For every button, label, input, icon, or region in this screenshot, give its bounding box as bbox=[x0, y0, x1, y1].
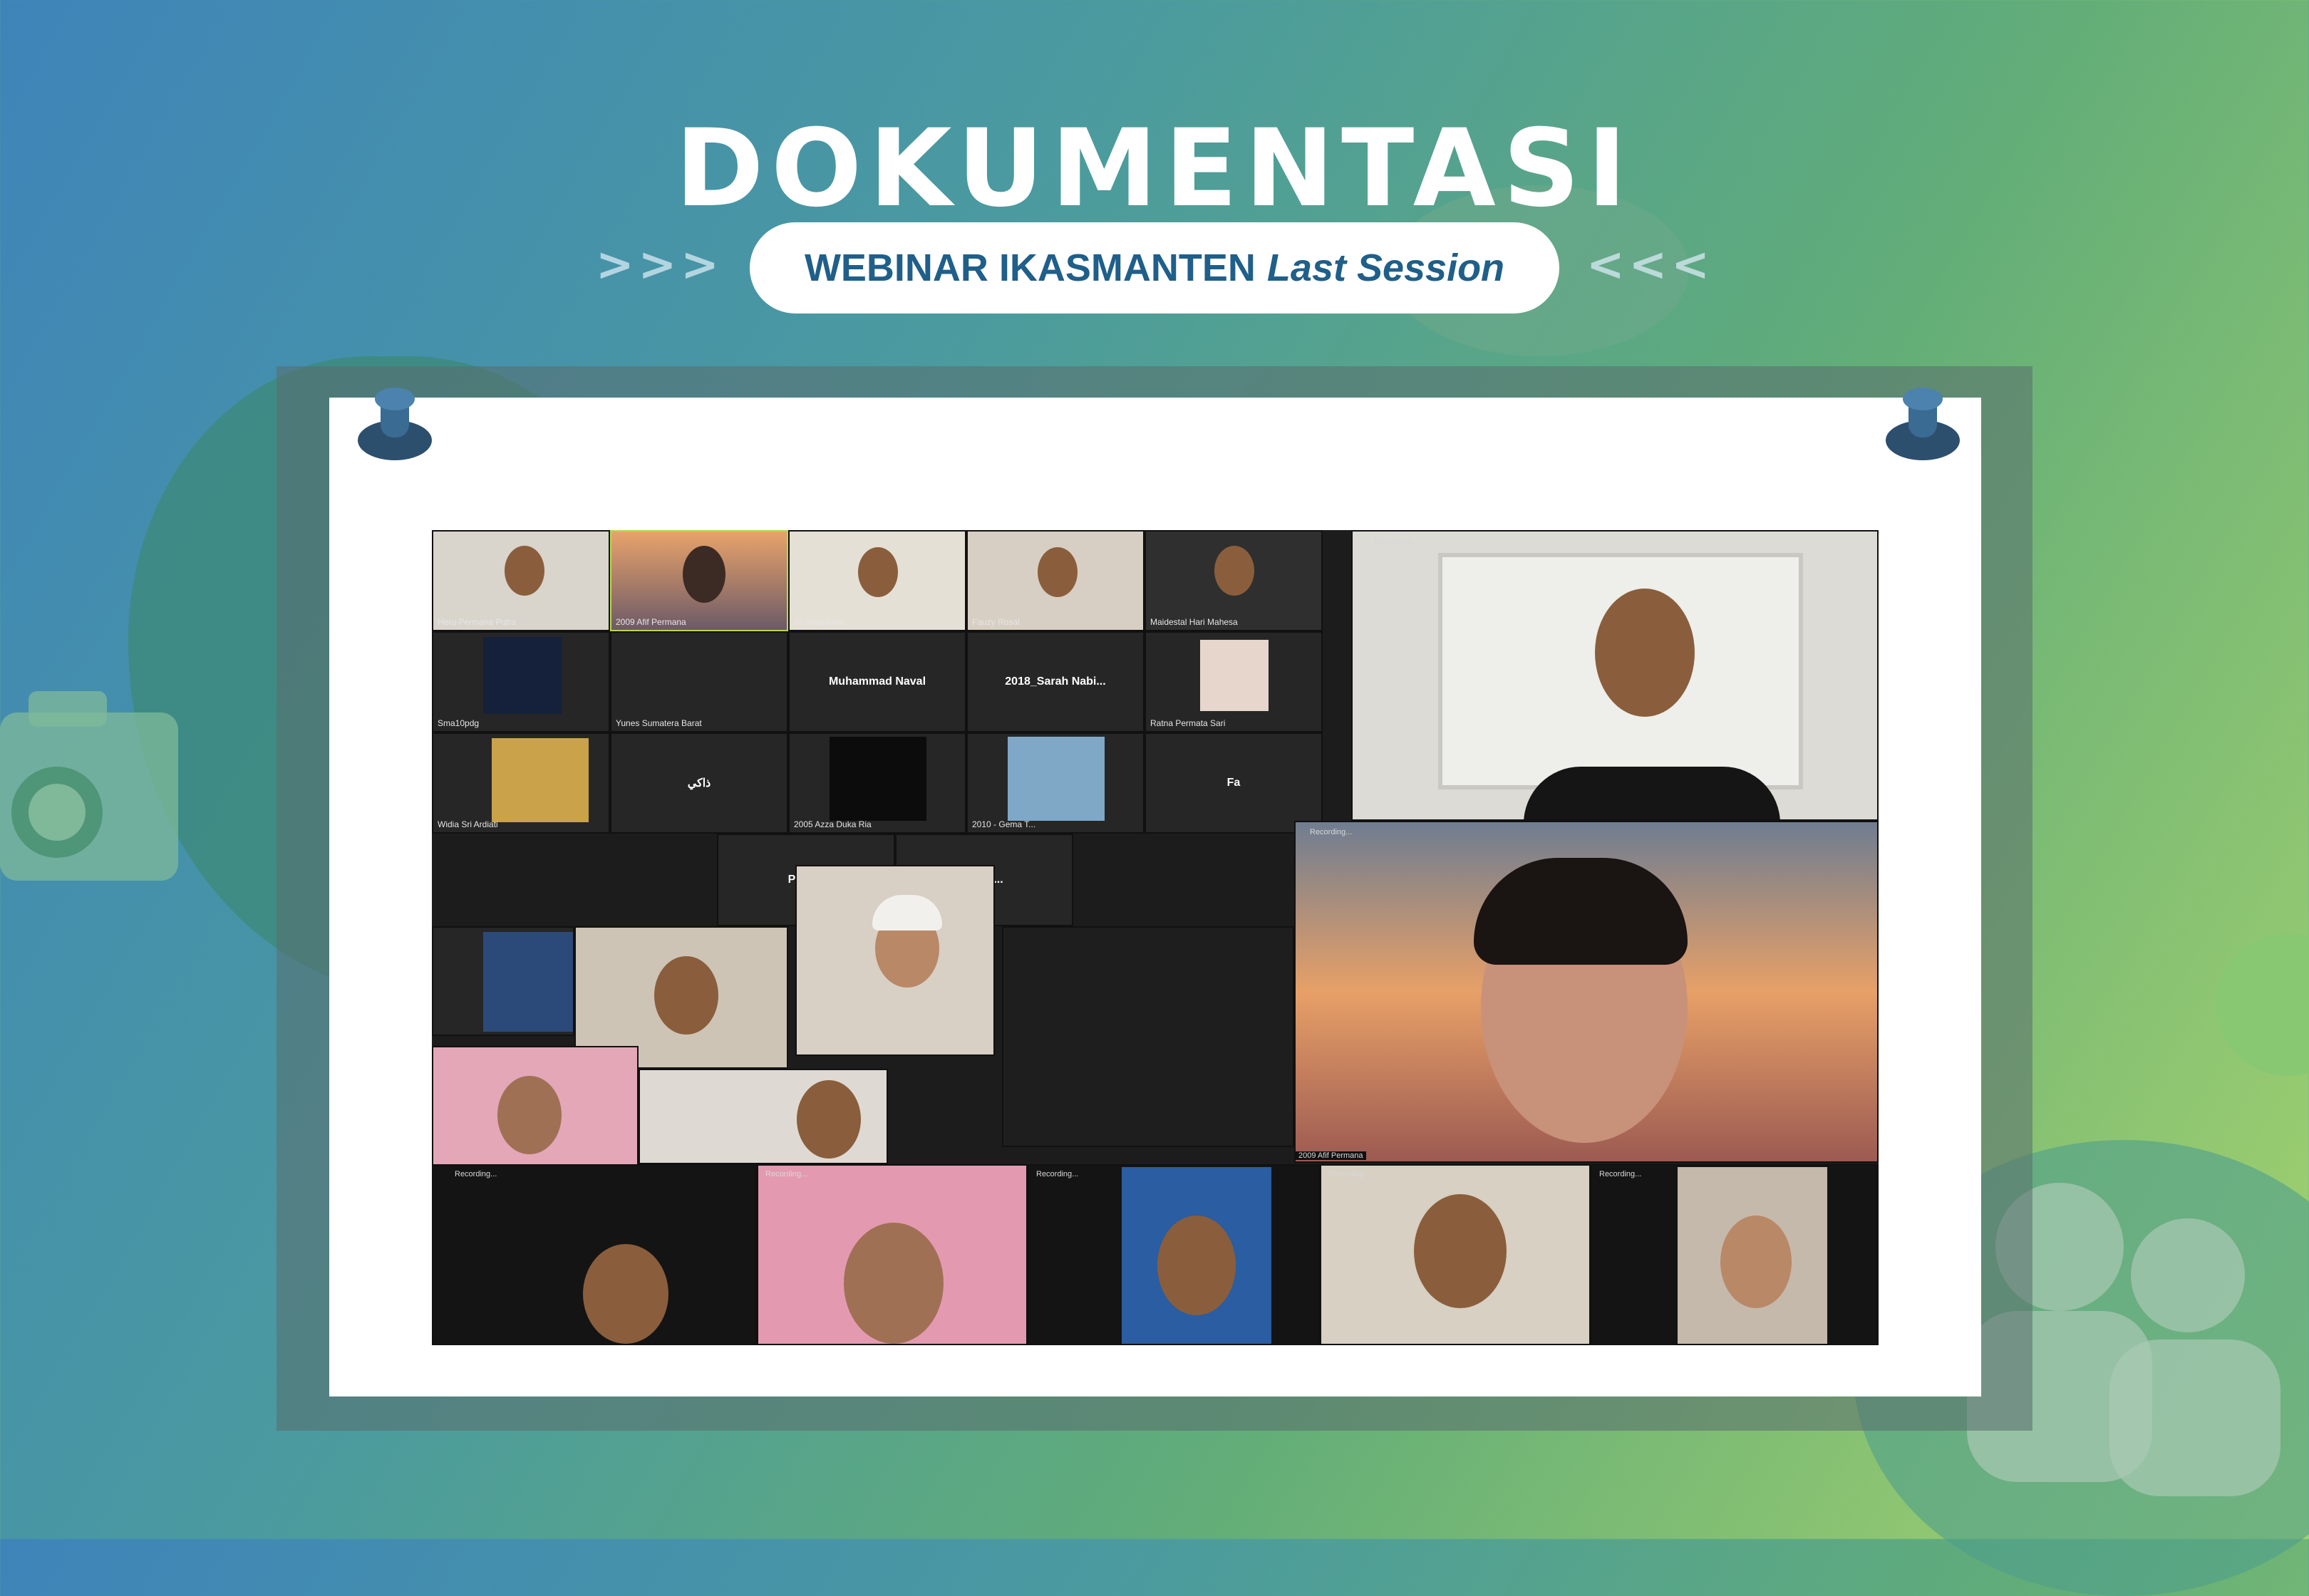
left-arrows: >>> bbox=[596, 239, 723, 291]
participant-name: Ratna Permata Sari bbox=[1150, 718, 1226, 728]
participant-face bbox=[1720, 1216, 1792, 1308]
speaker-face bbox=[1595, 589, 1695, 717]
participant-tile: Fauzy Rosal bbox=[966, 530, 1145, 631]
participant-video bbox=[1200, 640, 1269, 711]
recording-indicator: Recording... bbox=[1328, 1170, 1371, 1178]
participant-video bbox=[432, 926, 574, 1036]
participant-name: Widia Sri Ardiati bbox=[438, 819, 498, 829]
participant-tile: Widia Sri Ardiati bbox=[432, 732, 610, 834]
recording-indicator: Recording... bbox=[1036, 1170, 1079, 1178]
participant-video bbox=[483, 637, 562, 714]
participant-video bbox=[1008, 737, 1105, 821]
participant-name: Muhammad Naval bbox=[828, 675, 926, 688]
participant-name: 2005 Azza Duka Ria bbox=[794, 819, 872, 829]
participant-video bbox=[432, 1046, 639, 1167]
speaker-hair bbox=[1474, 858, 1688, 965]
participant-name: Heru Permana Putra bbox=[438, 617, 517, 627]
recording-indicator: Recording... bbox=[765, 1170, 808, 1178]
participant-tile: Fa bbox=[1145, 732, 1323, 834]
camera-icon bbox=[0, 691, 178, 881]
participant-face bbox=[505, 546, 544, 596]
participant-face bbox=[797, 1080, 861, 1159]
zoom-collage: Heru Permana Putra 2009 Afif Permana ds … bbox=[432, 530, 1879, 1345]
background-circle-right bbox=[2216, 933, 2309, 1076]
participant-tile: Maidestal Hari Mahesa bbox=[1145, 530, 1323, 631]
participant-face bbox=[1157, 1216, 1236, 1315]
mini-gallery bbox=[1002, 926, 1294, 1147]
participant-face bbox=[1214, 546, 1254, 596]
participant-video: Recording... bbox=[432, 1164, 757, 1345]
participant-name: Fa bbox=[1226, 777, 1241, 789]
participant-video bbox=[795, 865, 995, 1056]
recording-indicator: Recording... bbox=[1310, 828, 1353, 836]
speaker-video-bookshelf: Recording... bbox=[1351, 530, 1879, 821]
recording-indicator: Recording... bbox=[1374, 537, 1417, 546]
participant-video: Recording... bbox=[1320, 1164, 1591, 1345]
pushpin-icon bbox=[358, 388, 432, 460]
participant-tile: 2005 Azza Duka Ria bbox=[788, 732, 966, 834]
participant-tile: ds Arsanjaya bbox=[788, 530, 966, 631]
participant-face bbox=[844, 1223, 944, 1344]
participant-name: Sma10pdg bbox=[438, 718, 480, 728]
speaker-name: 2009 Afif Permana bbox=[1296, 1151, 1366, 1160]
participant-face bbox=[583, 1244, 668, 1344]
speaker-video-bridge: Recording... 2009 Afif Permana bbox=[1294, 821, 1879, 1163]
participant-face bbox=[654, 956, 718, 1035]
subtitle-main: WEBINAR IKASMANTEN bbox=[804, 247, 1256, 289]
participant-name: Fauzy Rosal bbox=[972, 617, 1020, 627]
pushpin-icon bbox=[1886, 388, 1960, 460]
participant-name: 2010 - Gema T... bbox=[972, 819, 1036, 829]
participant-tile: 2009 Afif Permana bbox=[610, 530, 788, 631]
participant-face bbox=[1414, 1194, 1507, 1308]
participant-video: Recording... bbox=[1591, 1164, 1879, 1345]
participant-name: Yunes Sumatera Barat bbox=[616, 718, 702, 728]
participant-name: ذاكي bbox=[687, 777, 711, 789]
participant-name: ds Arsanjaya bbox=[794, 617, 843, 627]
participant-video bbox=[830, 737, 926, 821]
participant-tile: ذاكي bbox=[610, 732, 788, 834]
participant-tile: 2010 - Gema T... bbox=[966, 732, 1145, 834]
participant-tile: Yunes Sumatera Barat bbox=[610, 631, 788, 732]
participant-video bbox=[639, 1069, 888, 1164]
participant-video: Recording... bbox=[1028, 1164, 1320, 1345]
subtitle-italic: Last Session bbox=[1266, 247, 1505, 289]
speaker-shirt bbox=[1524, 767, 1780, 819]
participant-tile: Muhammad Naval bbox=[788, 631, 966, 732]
participant-video: Recording... bbox=[757, 1164, 1028, 1345]
participant-name: Maidestal Hari Mahesa bbox=[1150, 617, 1238, 627]
participant-name: 2009 Afif Permana bbox=[616, 617, 686, 627]
participant-face bbox=[1038, 547, 1078, 597]
head-scarf bbox=[872, 895, 942, 931]
participant-face bbox=[497, 1076, 562, 1154]
participant-tile: 2018_Sarah Nabi... bbox=[966, 631, 1145, 732]
participant-face bbox=[858, 547, 898, 597]
participant-tile: Heru Permana Putra bbox=[432, 530, 610, 631]
participant-name: 2018_Sarah Nabi... bbox=[1005, 675, 1106, 688]
recording-indicator: Recording... bbox=[1599, 1170, 1642, 1178]
participant-face bbox=[683, 546, 725, 603]
participant-tile: Sma10pdg bbox=[432, 631, 610, 732]
subtitle-pill: WEBINAR IKASMANTEN Last Session bbox=[750, 222, 1559, 314]
page-title: DOKUMENTASI bbox=[675, 107, 1634, 231]
participant-video bbox=[492, 738, 589, 822]
right-arrows: <<< bbox=[1586, 239, 1714, 291]
video-feed bbox=[483, 932, 573, 1032]
recording-indicator: Recording... bbox=[455, 1170, 497, 1178]
participant-tile: Ratna Permata Sari bbox=[1145, 631, 1323, 732]
